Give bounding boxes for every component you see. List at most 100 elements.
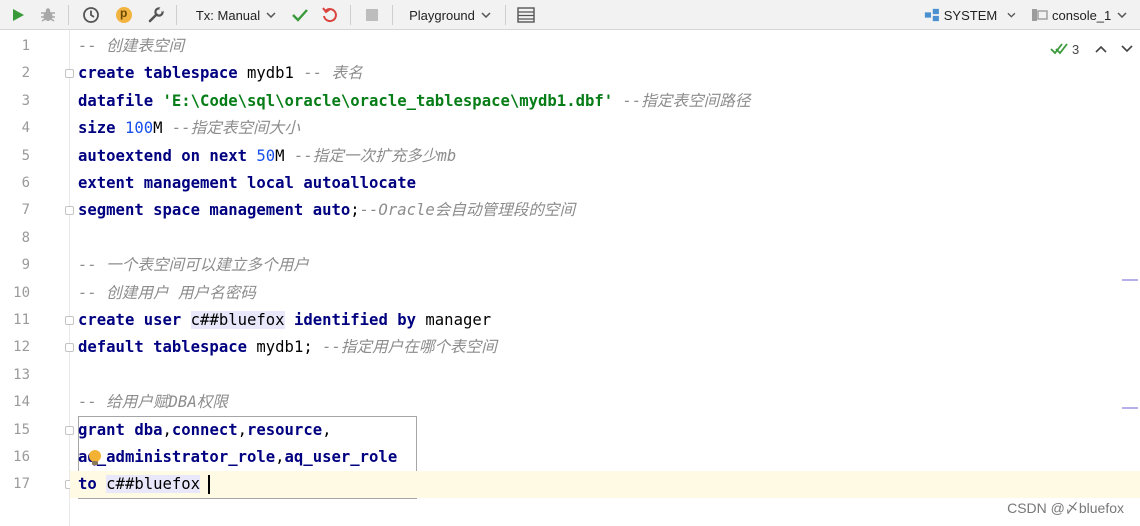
schema-icon — [924, 8, 939, 22]
code-line[interactable]: extent management local autoallocate — [70, 170, 1140, 197]
console-icon — [1032, 9, 1048, 21]
code-text: to c##bluefox — [78, 471, 201, 498]
playground-dropdown[interactable]: Playground — [404, 3, 496, 27]
code-line[interactable]: grant dba,connect,resource, — [70, 417, 1140, 444]
p-badge-label: p — [120, 6, 128, 20]
code-line[interactable]: autoextend on next 50M --指定一次扩充多少mb — [70, 143, 1140, 170]
code-line[interactable] — [70, 225, 1140, 252]
line-number[interactable]: 17 — [0, 471, 30, 498]
line-number[interactable]: 12 — [0, 334, 30, 361]
code-line[interactable]: -- 一个表空间可以建立多个用户 — [70, 252, 1140, 279]
code-text: -- 创建表空间 — [78, 33, 184, 60]
line-number[interactable]: 11 — [0, 307, 30, 334]
history-icon[interactable] — [79, 3, 103, 27]
debug-icon[interactable] — [36, 3, 60, 27]
toolbar-separator — [176, 5, 177, 25]
sql-keyword: create tablespace — [78, 64, 238, 83]
schema-dropdown[interactable]: SYSTEM — [924, 3, 1016, 27]
chevron-down-icon — [481, 12, 491, 18]
code-token: mydb1 — [237, 64, 304, 83]
commit-check-icon[interactable] — [288, 3, 312, 27]
sql-keyword: default tablespace — [78, 338, 247, 357]
line-number[interactable]: 15 — [0, 417, 30, 444]
chevron-down-icon — [1007, 12, 1016, 18]
code-line[interactable]: aq_administrator_role,aq_user_role — [70, 444, 1140, 471]
run-icon[interactable] — [6, 3, 30, 27]
console-dropdown[interactable]: console_1 — [1030, 3, 1138, 27]
sql-comment: -- 创建表空间 — [78, 37, 185, 55]
code-line[interactable]: create user c##bluefox identified by man… — [70, 307, 1140, 334]
sql-keyword: create user — [78, 311, 182, 329]
chevron-down-icon[interactable] — [1121, 45, 1133, 53]
line-number[interactable]: 5 — [0, 143, 30, 170]
code-line[interactable]: -- 创建表空间 — [70, 33, 1140, 60]
line-number[interactable]: 14 — [0, 389, 30, 416]
code-text: create tablespace mydb1 -- 表名 — [78, 60, 363, 87]
code-text: default tablespace mydb1; --指定用户在哪个表空间 — [78, 334, 497, 361]
wrench-icon[interactable] — [144, 3, 168, 27]
watermark: CSDN @〆bluefox — [1007, 500, 1124, 516]
code-line[interactable]: to c##bluefox — [70, 471, 1140, 499]
line-number[interactable]: 8 — [0, 225, 30, 252]
rollback-icon[interactable] — [318, 3, 342, 27]
chevron-up-icon[interactable] — [1095, 45, 1107, 53]
code-text: create user c##bluefox identified by man… — [78, 307, 491, 334]
code-token: manager — [416, 311, 492, 329]
line-number[interactable]: 10 — [0, 280, 30, 307]
chevron-down-icon — [1117, 12, 1127, 18]
stop-icon[interactable] — [360, 3, 384, 27]
tx-mode-dropdown[interactable]: Tx: Manual — [188, 3, 284, 27]
code-token: mydb1; — [247, 338, 323, 357]
code-token: M — [275, 146, 294, 165]
sql-keyword: grant dba — [78, 420, 163, 439]
toolbar-separator — [505, 5, 506, 25]
lightbulb-icon[interactable] — [88, 449, 102, 471]
code-line[interactable]: -- 给用户赋DBA权限 — [70, 389, 1140, 416]
sql-keyword: aq_administrator_role — [78, 448, 276, 466]
sql-keyword: aq_user_role — [284, 448, 398, 466]
line-number[interactable]: 9 — [0, 252, 30, 279]
table-icon[interactable] — [514, 3, 538, 27]
line-number[interactable]: 6 — [0, 170, 30, 197]
sql-editor[interactable]: -- 创建表空间 create tablespace mydb1 -- 表名 dat… — [70, 30, 1140, 526]
line-number-gutter[interactable]: 1 2 3 4 5 6 7 8 9 10 11 12 13 14 15 16 17 — [0, 30, 74, 526]
line-number[interactable]: 1 — [0, 33, 30, 60]
code-line[interactable] — [70, 362, 1140, 389]
inspection-count: 3 — [1072, 41, 1080, 57]
sql-string: 'E:\Code\sql\oracle\oracle_tablespace\my… — [162, 91, 614, 110]
code-line[interactable]: size 100M --指定表空间大小 — [70, 115, 1140, 142]
code-text: autoextend on next 50M --指定一次扩充多少mb — [78, 143, 456, 170]
toolbar-separator — [68, 5, 69, 25]
line-number[interactable]: 13 — [0, 362, 30, 389]
code-line[interactable]: segment space management auto;--Oracle会自… — [70, 197, 1140, 224]
code-line[interactable]: default tablespace mydb1; --指定用户在哪个表空间 — [70, 334, 1140, 361]
sql-keyword: to — [78, 475, 97, 494]
highlighted-identifier: c##bluefox — [190, 311, 285, 329]
chevron-down-icon — [266, 12, 276, 18]
line-number[interactable]: 4 — [0, 115, 30, 142]
sql-keyword: size — [78, 119, 116, 138]
line-number[interactable]: 3 — [0, 88, 30, 115]
code-line[interactable]: create tablespace mydb1 -- 表名 — [70, 60, 1140, 87]
double-check-icon — [1050, 43, 1068, 55]
line-number[interactable]: 7 — [0, 197, 30, 224]
sql-comment: -- 一个表空间可以建立多个用户 — [78, 256, 309, 275]
sql-comment: --Oracle会自动管理段的空间 — [359, 201, 576, 220]
code-text: segment space management auto;--Oracle会自… — [78, 197, 575, 224]
console-label: console_1 — [1052, 7, 1112, 23]
toolbar: p Tx: Manual Playground SYSTEM console_1 — [0, 0, 1140, 30]
code-line[interactable]: -- 创建用户 用户名密码 — [70, 280, 1140, 307]
inspection-widget[interactable]: 3 — [1050, 40, 1133, 58]
line-number[interactable]: 2 — [0, 60, 30, 87]
code-line[interactable]: datafile 'E:\Code\sql\oracle\oracle_tabl… — [70, 88, 1140, 115]
sql-keyword: resource — [247, 420, 323, 439]
code-token: ; — [350, 201, 360, 220]
toolbar-separator — [350, 5, 351, 25]
sql-comment: --指定表空间路径 — [622, 91, 751, 110]
line-number[interactable]: 16 — [0, 444, 30, 471]
sql-number: 100 — [124, 119, 154, 138]
p-badge-icon[interactable]: p — [112, 3, 136, 27]
